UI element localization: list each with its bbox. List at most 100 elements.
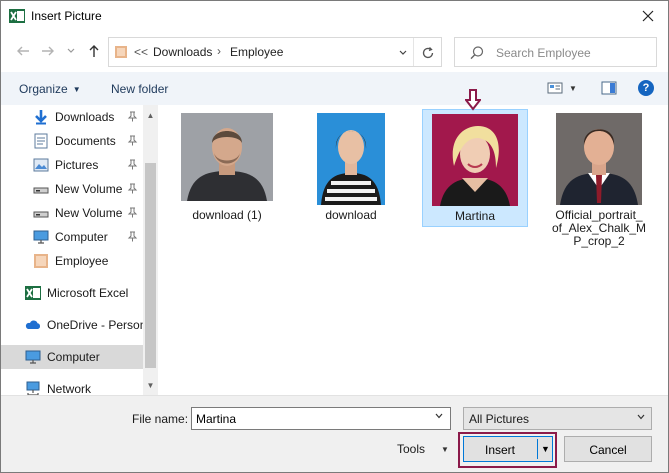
- close-button[interactable]: [634, 3, 662, 29]
- split-divider: [537, 439, 538, 459]
- sidebar-item-label: Documents: [55, 134, 116, 148]
- file-type-value: All Pictures: [469, 412, 530, 426]
- sidebar-item-label: OneDrive - Person: [47, 318, 147, 332]
- file-name: download (1): [192, 208, 262, 222]
- folder-icon: [34, 254, 48, 268]
- sidebar-item-label: New Volume: [55, 182, 123, 196]
- file-item-official-portrait[interactable]: Official_portrait_ of_Alex_Chalk_M P_cro…: [546, 109, 652, 248]
- portrait-thumbnail: [317, 113, 385, 205]
- overflow-chevron[interactable]: <<: [134, 45, 148, 59]
- chevron-down-icon: [636, 412, 646, 424]
- file-name-line: P_crop_2: [573, 234, 625, 248]
- sidebar-item-label: Microsoft Excel: [47, 286, 129, 300]
- sidebar-item-computer[interactable]: Computer: [1, 345, 143, 369]
- chevron-down-icon: [399, 50, 407, 55]
- sidebar-item-label: Employee: [55, 254, 109, 268]
- insert-options-dropdown[interactable]: ▼: [541, 444, 550, 454]
- sidebar-scrollbar[interactable]: ▲ ▼: [143, 105, 158, 395]
- sidebar-item-employee[interactable]: Employee: [1, 249, 143, 273]
- drive-icon: [33, 187, 49, 194]
- sidebar-item-microsoft-excel[interactable]: Microsoft Excel: [1, 281, 143, 305]
- file-name-input[interactable]: [191, 407, 451, 430]
- recent-locations-button[interactable]: [61, 41, 81, 61]
- caret-down-icon: ▼: [72, 85, 81, 94]
- sidebar-item-downloads[interactable]: Downloads: [1, 105, 143, 129]
- sidebar-item-documents[interactable]: Documents: [1, 129, 143, 153]
- computer-icon: [33, 230, 49, 244]
- up-button[interactable]: [84, 41, 104, 61]
- caret-down-icon[interactable]: ▼: [441, 445, 449, 454]
- preview-pane-button[interactable]: [601, 80, 617, 96]
- onedrive-icon: [25, 320, 41, 329]
- scroll-up-button[interactable]: ▲: [143, 109, 158, 121]
- documents-icon: [34, 133, 48, 149]
- view-options-button[interactable]: [547, 80, 563, 96]
- drive-icon: [33, 211, 49, 218]
- sidebar-item-label: Computer: [47, 350, 100, 364]
- organize-label: Organize: [19, 82, 68, 96]
- insert-button[interactable]: Insert ▼: [463, 436, 553, 462]
- pictures-icon: [33, 158, 49, 172]
- file-item-martina[interactable]: Martina: [422, 109, 528, 227]
- portrait-thumbnail: [181, 113, 273, 201]
- search-icon: [470, 46, 484, 60]
- folder-icon: [115, 46, 127, 58]
- forward-button[interactable]: [38, 41, 58, 61]
- chevron-down-icon: [435, 413, 443, 419]
- pin-icon: [127, 135, 138, 146]
- sidebar-item-label: Pictures: [55, 158, 99, 172]
- file-item-download-1[interactable]: download (1): [174, 109, 280, 227]
- sidebar-item-new-volume-2[interactable]: New Volume: [1, 201, 143, 225]
- download-arrow-icon: [35, 110, 47, 125]
- back-arrow-icon: [17, 46, 29, 56]
- insert-label: Insert: [484, 443, 515, 457]
- scroll-down-button[interactable]: ▼: [143, 379, 158, 391]
- refresh-button[interactable]: [419, 44, 437, 62]
- sidebar-item-onedrive[interactable]: OneDrive - Person: [1, 313, 147, 337]
- search-box[interactable]: Search Employee: [454, 37, 657, 67]
- close-icon: [642, 10, 654, 22]
- excel-icon: [25, 286, 41, 300]
- dialog-footer: File name: All Pictures Tools ▼ Insert ▼…: [1, 395, 668, 472]
- back-button[interactable]: [13, 41, 33, 61]
- help-icon: ?: [642, 82, 650, 94]
- file-name-label: File name:: [132, 412, 189, 426]
- insert-picture-dialog: Insert Picture << Downloads › Employee S…: [0, 0, 669, 473]
- cancel-button[interactable]: Cancel: [564, 436, 652, 462]
- chevron-down-icon: [67, 48, 75, 53]
- breadcrumb-downloads[interactable]: Downloads: [153, 45, 212, 59]
- refresh-icon: [422, 47, 434, 59]
- breadcrumb-employee[interactable]: Employee: [230, 45, 283, 59]
- address-history-dropdown[interactable]: [395, 45, 411, 61]
- up-arrow-icon: [89, 45, 99, 57]
- excel-icon: [9, 9, 25, 23]
- sidebar-item-computer-quick[interactable]: Computer: [1, 225, 143, 249]
- forward-arrow-icon: [42, 46, 54, 56]
- address-bar[interactable]: << Downloads › Employee: [108, 37, 442, 67]
- pin-icon: [127, 207, 138, 218]
- sidebar-item-label: Network: [47, 382, 92, 395]
- pin-icon: [127, 183, 138, 194]
- search-placeholder: Search Employee: [496, 46, 591, 60]
- file-type-select[interactable]: All Pictures: [463, 407, 652, 430]
- file-item-download[interactable]: download: [298, 109, 404, 227]
- pin-icon: [127, 231, 138, 242]
- navigation-row: << Downloads › Employee Search Employee: [1, 34, 668, 70]
- pin-icon: [127, 111, 138, 122]
- scrollbar-thumb[interactable]: [145, 163, 156, 368]
- sidebar-item-pictures[interactable]: Pictures: [1, 153, 143, 177]
- file-name: download: [325, 208, 377, 222]
- new-folder-button[interactable]: New folder: [111, 82, 168, 96]
- cancel-label: Cancel: [589, 443, 627, 457]
- breadcrumb-separator[interactable]: ›: [217, 44, 221, 58]
- file-list: download (1) download Martina Official_p…: [158, 89, 668, 395]
- file-name-dropdown-caret[interactable]: [434, 411, 444, 423]
- view-dropdown-caret[interactable]: ▼: [569, 84, 577, 93]
- tools-menu[interactable]: Tools: [397, 442, 425, 456]
- sidebar-item-new-volume-1[interactable]: New Volume: [1, 177, 143, 201]
- sidebar-item-label: New Volume: [55, 206, 123, 220]
- sidebar-item-network[interactable]: Network: [1, 377, 143, 395]
- help-button[interactable]: ?: [638, 80, 654, 96]
- annotation-arrow-icon: [465, 89, 481, 111]
- organize-menu[interactable]: Organize ▼: [19, 82, 81, 96]
